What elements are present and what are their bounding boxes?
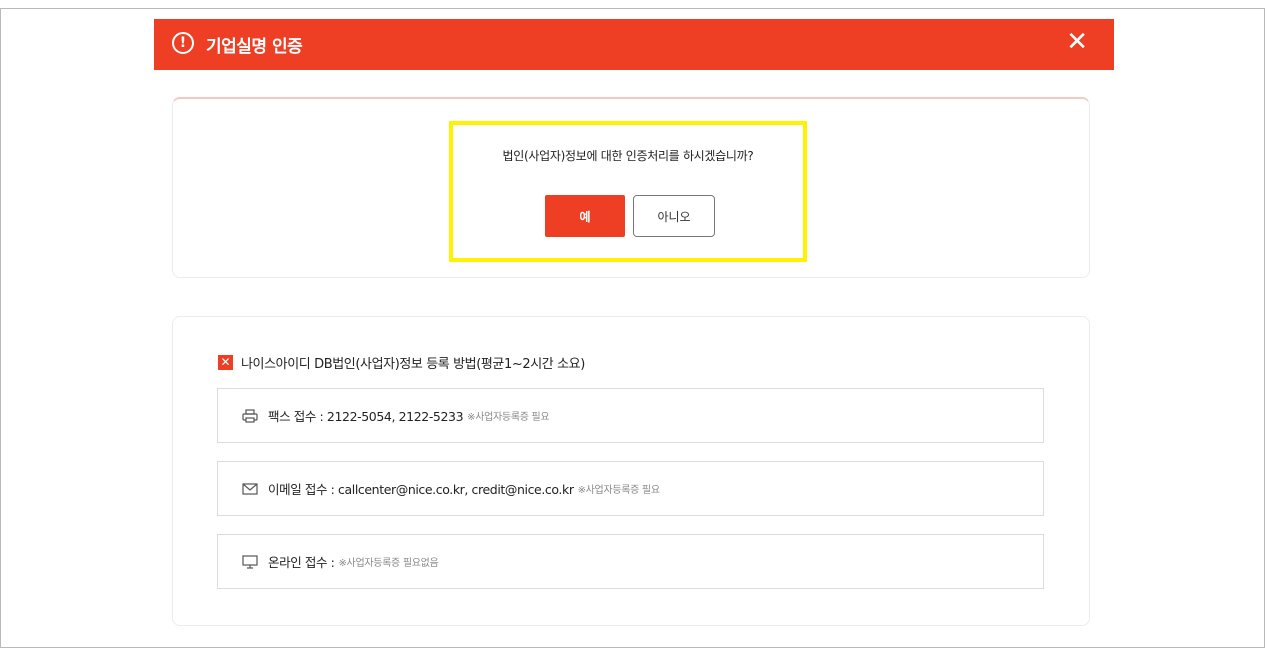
close-icon[interactable]: ✕ xyxy=(1066,27,1088,57)
modal-title: 기업실명 인증 xyxy=(206,37,303,57)
yes-button[interactable]: 예 xyxy=(545,195,625,237)
fax-label: 팩스 접수 : 2122-5054, 2122-5233 xyxy=(268,409,464,424)
email-method-row: 이메일 접수 : callcenter@nice.co.kr, credit@n… xyxy=(217,461,1044,516)
alert-icon: ! xyxy=(172,32,194,54)
email-label: 이메일 접수 : callcenter@nice.co.kr, credit@n… xyxy=(268,482,574,497)
confirm-question: 법인(사업자)정보에 대한 인증처리를 하시겠습니까? xyxy=(502,149,754,163)
online-method-row: 온라인 접수 : ※사업자등록증 필요없음 xyxy=(217,534,1044,589)
no-button[interactable]: 아니오 xyxy=(633,195,715,237)
registration-heading: ✕ 나이스아이디 DB법인(사업자)정보 등록 방법(평균1~2시간 소요) xyxy=(218,353,585,372)
fax-method-row: 팩스 접수 : 2122-5054, 2122-5233 ※사업자등록증 필요 xyxy=(217,388,1044,443)
mail-icon xyxy=(242,482,258,496)
modal-header: ! 기업실명 인증 ✕ xyxy=(154,19,1114,70)
email-note: ※사업자등록증 필요 xyxy=(577,485,660,496)
printer-icon xyxy=(242,408,258,423)
online-label: 온라인 접수 : xyxy=(268,555,335,570)
checkbox-icon: ✕ xyxy=(218,355,233,370)
confirm-highlight-box: 법인(사업자)정보에 대한 인증처리를 하시겠습니까? 예 아니오 xyxy=(449,121,807,262)
online-note: ※사업자등록증 필요없음 xyxy=(338,558,439,569)
monitor-icon xyxy=(242,554,258,569)
registration-title: 나이스아이디 DB법인(사업자)정보 등록 방법(평균1~2시간 소요) xyxy=(241,357,585,372)
fax-note: ※사업자등록증 필요 xyxy=(467,412,550,423)
